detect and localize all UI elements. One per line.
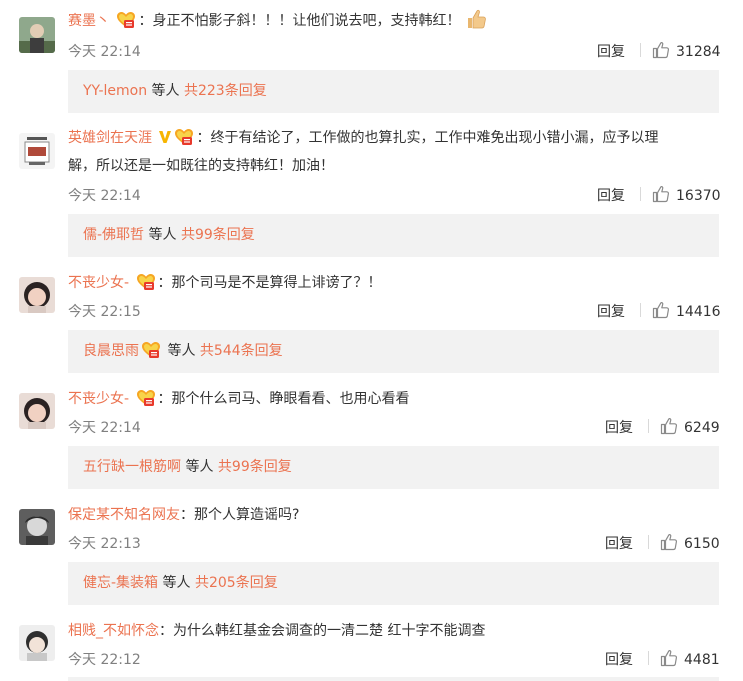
replies-count-link[interactable]: 共223条回复 (184, 83, 267, 99)
replies-mid-text: 等人 (163, 343, 200, 359)
fan-badge-icon (174, 128, 194, 146)
comment-time: 今天 22:14 (68, 188, 141, 204)
replies-count-link[interactable]: 共99条回复 (218, 459, 292, 475)
username-link[interactable]: 不丧少女- (68, 275, 129, 291)
divider (648, 535, 649, 549)
username-link[interactable]: 保定某不知名网友 (68, 507, 180, 523)
replies-count-link[interactable]: 共544条回复 (200, 343, 283, 359)
comment-body: 不丧少女- ：那个司马是不是算得上诽谤了？！ (68, 271, 382, 295)
avatar[interactable] (19, 625, 55, 661)
reply-username[interactable]: 良晨思雨 (83, 343, 139, 359)
thumbs-up-icon (652, 41, 670, 59)
like-count: 6150 (684, 536, 720, 552)
fan-badge-icon (141, 341, 161, 359)
reply-button[interactable]: 回复 (597, 185, 625, 205)
replies-summary[interactable]: 健忘-集装箱 等人 共205条回复 (68, 562, 719, 605)
comment-body: 相贱_不如怀念：为什么韩红基金会调查的一清二楚 红十字不能调查 (68, 619, 485, 643)
avatar[interactable] (19, 393, 55, 429)
username-link[interactable]: 不丧少女- (68, 391, 129, 407)
reply-button[interactable]: 回复 (605, 417, 633, 437)
reply-button[interactable]: 回复 (597, 301, 625, 321)
fan-badge-icon (136, 389, 156, 407)
like-count: 16370 (676, 188, 721, 204)
comment-text: 那个什么司马、睁眼看看、也用心看看 (171, 391, 410, 407)
like-button[interactable]: 14416 (652, 301, 721, 320)
comment-body: 赛墨丶 ：身正不怕影子斜！！！让他们说去吧，支持韩红！ (68, 8, 487, 33)
comment-time: 今天 22:14 (68, 420, 141, 436)
replies-summary-partial (68, 677, 719, 681)
thumbs-up-icon (660, 533, 678, 551)
reply-username[interactable]: 五行缺一根筋啊 (83, 459, 181, 475)
username-link[interactable]: 相贱_不如怀念 (68, 623, 159, 639)
divider (648, 651, 649, 665)
comment-body: 英雄剑在天涯 ：终于有结论了，工作做的也算扎实，工作中难免出现小错小漏，应予以理 (68, 126, 658, 150)
comment-time: 今天 22:15 (68, 304, 141, 320)
reply-username[interactable]: 健忘-集装箱 (83, 575, 158, 591)
comment-text-line1: 终于有结论了，工作做的也算扎实，工作中难免出现小错小漏，应予以理 (210, 130, 659, 146)
replies-summary[interactable]: YY-lemon 等人 共223条回复 (68, 70, 719, 113)
like-count: 14416 (676, 304, 721, 320)
comment-text: 为什么韩红基金会调查的一清二楚 红十字不能调查 (173, 623, 486, 639)
replies-mid-text: 等人 (144, 227, 181, 243)
replies-summary[interactable]: 儒-佛耶哲 等人 共99条回复 (68, 214, 719, 257)
username-link[interactable]: 英雄剑在天涯 (68, 130, 152, 146)
replies-summary[interactable]: 良晨思雨 等人 共544条回复 (68, 330, 719, 373)
replies-mid-text: 等人 (181, 459, 218, 475)
like-button[interactable]: 16370 (652, 185, 721, 204)
thumbs-up-icon (652, 185, 670, 203)
thumbs-up-emoji-icon (467, 9, 486, 29)
fan-badge-icon (136, 273, 156, 291)
divider (648, 419, 649, 433)
reply-button[interactable]: 回复 (605, 533, 633, 553)
comment-text: 那个人算造谣吗? (194, 507, 300, 523)
comment-time: 今天 22:14 (68, 44, 141, 60)
replies-count-link[interactable]: 共205条回复 (195, 575, 278, 591)
comment-time: 今天 22:13 (68, 536, 141, 552)
colon: ： (196, 130, 211, 146)
fan-badge-icon (116, 11, 136, 29)
like-count: 6249 (684, 420, 720, 436)
avatar[interactable] (19, 133, 55, 169)
username-link[interactable]: 赛墨丶 (68, 13, 110, 29)
replies-count-link[interactable]: 共99条回复 (181, 227, 255, 243)
reply-button[interactable]: 回复 (597, 41, 625, 61)
thumbs-up-icon (652, 301, 670, 319)
avatar[interactable] (19, 277, 55, 313)
replies-mid-text: 等人 (147, 83, 184, 99)
colon: ： (159, 623, 173, 639)
like-button[interactable]: 31284 (652, 41, 721, 60)
avatar[interactable] (19, 509, 55, 545)
like-button[interactable]: 6150 (660, 533, 720, 552)
divider (640, 43, 641, 57)
like-count: 31284 (676, 44, 721, 60)
comment-time: 今天 22:12 (68, 652, 141, 668)
comment-body: 不丧少女- ：那个什么司马、睁眼看看、也用心看看 (68, 387, 410, 411)
replies-summary[interactable]: 五行缺一根筋啊 等人 共99条回复 (68, 446, 719, 489)
reply-username[interactable]: 儒-佛耶哲 (83, 227, 144, 243)
divider (640, 303, 641, 317)
like-button[interactable]: 6249 (660, 417, 720, 436)
comment-text: 身正不怕影子斜！！！让他们说去吧，支持韩红！ (152, 13, 461, 29)
reply-button[interactable]: 回复 (605, 649, 633, 669)
thumbs-up-icon (660, 649, 678, 667)
verified-v-icon (159, 131, 172, 143)
colon: ： (138, 13, 153, 29)
colon: ： (157, 275, 172, 291)
avatar[interactable] (19, 17, 55, 53)
like-button[interactable]: 4481 (660, 649, 720, 668)
divider (640, 187, 641, 201)
comment-body: 保定某不知名网友：那个人算造谣吗? (68, 503, 299, 527)
thumbs-up-icon (660, 417, 678, 435)
replies-mid-text: 等人 (158, 575, 195, 591)
colon: ： (157, 391, 172, 407)
like-count: 4481 (684, 652, 720, 668)
reply-username[interactable]: YY-lemon (83, 83, 147, 99)
colon: ： (180, 507, 194, 523)
comment-text-line2: 解，所以还是一如既往的支持韩红！加油！ (68, 158, 334, 174)
comment-text: 那个司马是不是算得上诽谤了？！ (171, 275, 382, 291)
